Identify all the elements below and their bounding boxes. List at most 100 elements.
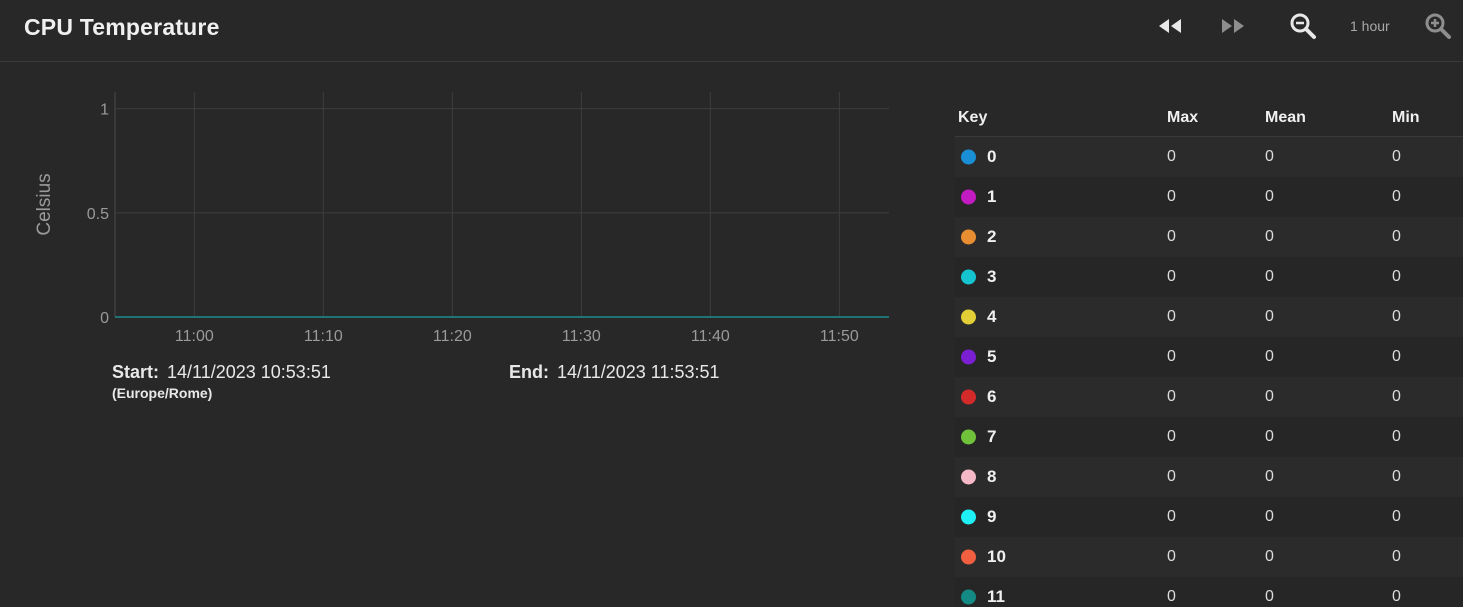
legend-table: Key Max Mean Min 00001000200030004000500…: [955, 100, 1463, 607]
legend-header-key: Key: [958, 109, 988, 126]
legend-min-value: 0: [1392, 268, 1401, 285]
y-tick-label: 1: [100, 102, 109, 119]
legend-series-name: 2: [987, 227, 997, 246]
legend-series-name: 6: [987, 387, 997, 406]
x-tick-label: 11:50: [820, 328, 859, 345]
legend-rows: 0000100020003000400050006000700080009000…: [955, 137, 1463, 607]
legend-min-value: 0: [1392, 548, 1401, 565]
zoom-in-icon: [1425, 13, 1451, 39]
legend-series-name: 1: [987, 187, 997, 206]
legend-row[interactable]: 9 0 0 0: [955, 497, 1463, 537]
legend-min-value: 0: [1392, 588, 1401, 605]
legend-series-name: 8: [987, 467, 997, 486]
legend-row[interactable]: 6 0 0 0: [955, 377, 1463, 417]
legend-mean-value: 0: [1265, 468, 1274, 485]
legend-min-value: 0: [1392, 428, 1401, 445]
legend-row[interactable]: 2000: [955, 217, 1463, 257]
legend-series-name: 9: [987, 507, 997, 526]
legend-series-name: 0: [987, 147, 997, 166]
legend-mean-value: 0: [1265, 508, 1274, 525]
legend-max-value: 0: [1167, 388, 1176, 405]
time-range-label: 1 hour: [1350, 18, 1390, 34]
legend-mean-value: 0: [1265, 548, 1274, 565]
series-color-dot: [961, 269, 976, 285]
legend-max-value: 0: [1167, 348, 1176, 365]
series-color-dot: [961, 429, 976, 445]
legend-row[interactable]: 4 0 0 0: [955, 297, 1463, 337]
legend-min-value: 0: [1392, 508, 1401, 525]
x-tick-label: 11:00: [175, 328, 214, 345]
legend-max-value: 0: [1167, 548, 1176, 565]
x-tick-label: 11:40: [691, 328, 730, 345]
legend-series-name: 4: [987, 307, 997, 326]
legend-row[interactable]: 10 0 0 0: [955, 537, 1463, 577]
legend-min-value: 0: [1392, 348, 1401, 365]
legend-mean-value: 0: [1265, 148, 1274, 165]
legend-series-name: 5: [987, 347, 997, 366]
series-color-dot: [961, 509, 976, 525]
legend-row[interactable]: 1 0 0 0: [955, 177, 1463, 217]
fast-forward-icon: [1222, 19, 1244, 33]
series-color-dot: [961, 189, 976, 205]
series-color-dot: [961, 229, 976, 245]
legend-max-value: 0: [1167, 228, 1176, 245]
zoom-out-icon: [1290, 13, 1316, 39]
start-value: 14/11/2023 10:53:51: [167, 362, 331, 382]
legend-mean-value: 0: [1265, 348, 1274, 365]
fast-forward-button[interactable]: [1218, 12, 1248, 40]
legend-max-value: 0: [1167, 188, 1176, 205]
start-time: Start: 14/11/2023 10:53:51: [112, 362, 331, 383]
legend-header-mean: Mean: [1265, 109, 1306, 126]
legend-series-name: 11: [987, 587, 1005, 606]
legend-max-value: 0: [1167, 588, 1176, 605]
legend-min-value: 0: [1392, 468, 1401, 485]
legend-series-name: 7: [987, 427, 997, 446]
legend-mean-value: 0: [1265, 588, 1274, 605]
series-color-dot: [961, 589, 976, 605]
legend-row[interactable]: 7 0 0 0: [955, 417, 1463, 457]
legend-mean-value: 0: [1265, 388, 1274, 405]
legend-min-value: 0: [1392, 228, 1401, 245]
x-tick-label: 11:30: [562, 328, 601, 345]
legend-mean-value: 0: [1265, 188, 1274, 205]
zoom-in-button[interactable]: [1423, 12, 1453, 40]
cpu-temperature-card: CPU Temperature 1 hour 1 0.5 0 11:00 11:…: [0, 0, 1463, 607]
x-tick-label: 11:10: [304, 328, 343, 345]
x-tick-label: 11:20: [433, 328, 472, 345]
card-header: CPU Temperature 1 hour: [0, 0, 1463, 62]
legend-max-value: 0: [1167, 148, 1176, 165]
timezone-label: (Europe/Rome): [112, 385, 213, 401]
series-color-dot: [961, 309, 976, 325]
legend-max-value: 0: [1167, 468, 1176, 485]
rewind-icon: [1159, 19, 1181, 33]
legend-row[interactable]: 0 0 0 0: [955, 137, 1463, 177]
legend-min-value: 0: [1392, 148, 1401, 165]
series-color-dot: [961, 389, 976, 405]
legend-row[interactable]: 3 0 0 0: [955, 257, 1463, 297]
legend-max-value: 0: [1167, 268, 1176, 285]
zoom-out-button[interactable]: [1288, 12, 1318, 40]
series-color-dot: [961, 349, 976, 365]
legend-header: Key Max Mean Min: [955, 100, 1463, 137]
end-value: 14/11/2023 11:53:51: [557, 362, 720, 382]
end-label: End:: [509, 362, 549, 382]
legend-row[interactable]: 8 0 0 0: [955, 457, 1463, 497]
legend-series-name: 3: [987, 267, 997, 286]
series-color-dot: [961, 469, 976, 485]
rewind-button[interactable]: [1155, 12, 1185, 40]
legend-max-value: 0: [1167, 308, 1176, 325]
temperature-line-chart: 1 0.5 0 11:00 11:10 11:20 11:30 11:40 11:50 Celsi…: [34, 92, 889, 345]
y-tick-label: 0.5: [87, 206, 109, 223]
end-time: End: 14/11/2023 11:53:51: [509, 362, 719, 383]
legend-max-value: 0: [1167, 508, 1176, 525]
series-color-dot: [961, 549, 976, 565]
legend-header-max: Max: [1167, 109, 1199, 126]
page-title: CPU Temperature: [24, 14, 220, 40]
y-tick-label: 0: [100, 310, 109, 327]
legend-row[interactable]: 11 0 0 0: [955, 577, 1463, 607]
legend-min-value: 0: [1392, 308, 1401, 325]
legend-mean-value: 0: [1265, 268, 1274, 285]
legend-max-value: 0: [1167, 428, 1176, 445]
legend-row[interactable]: 5 0 0 0: [955, 337, 1463, 377]
legend-header-min: Min: [1392, 109, 1420, 126]
